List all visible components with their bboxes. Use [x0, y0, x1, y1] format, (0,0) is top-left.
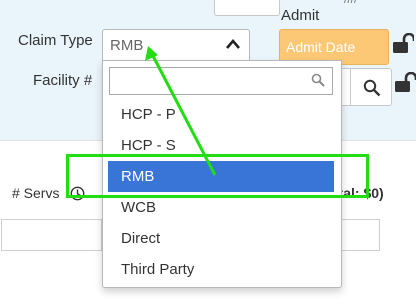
annotation-arrow	[145, 46, 217, 176]
